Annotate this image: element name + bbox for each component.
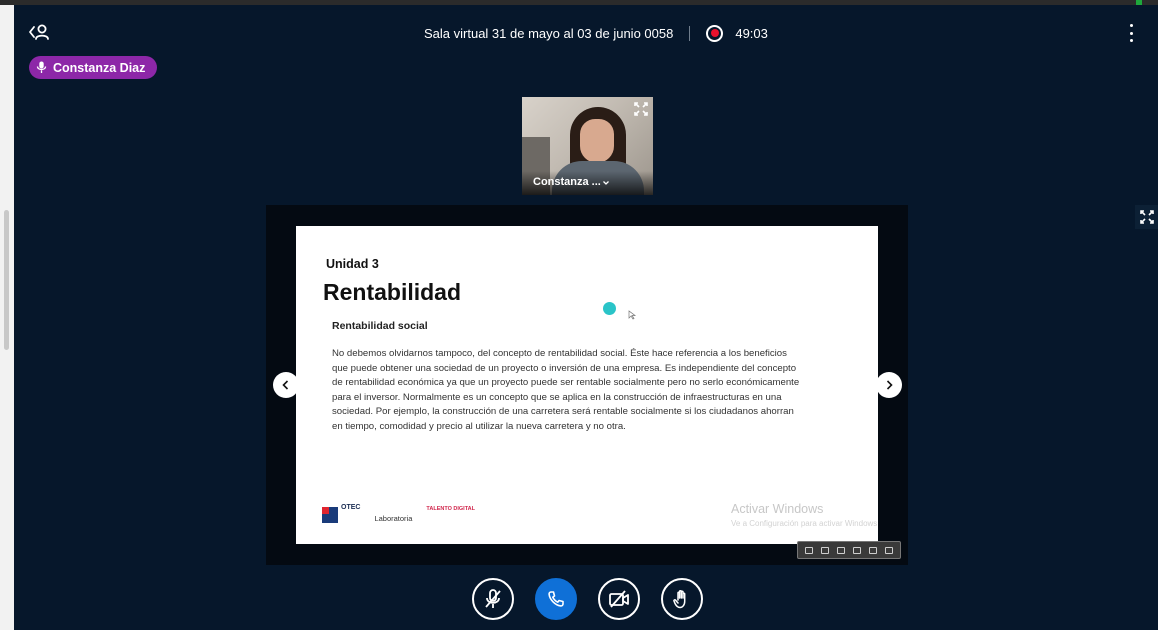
presentation-slide: Unidad 3 Rentabilidad Rentabilidad socia…	[296, 226, 878, 544]
fit-width-icon[interactable]	[853, 546, 861, 554]
slide-title: Rentabilidad	[323, 279, 462, 305]
microphone-icon	[36, 61, 47, 74]
screenshot-icon[interactable]	[869, 546, 877, 554]
more-vertical-icon[interactable]	[1126, 24, 1136, 42]
talker-name: Constanza Diaz	[53, 60, 146, 75]
expand-viewer-icon[interactable]	[885, 546, 893, 554]
status-accent	[1136, 0, 1142, 5]
fullscreen-icon[interactable]	[634, 102, 648, 116]
share-webcam-button[interactable]	[598, 578, 640, 620]
windows-activation-title: Activar Windows	[731, 502, 824, 516]
talking-indicator[interactable]: Constanza Diaz	[29, 56, 158, 79]
slide-subtitle: Rentabilidad social	[332, 320, 428, 332]
leave-audio-button[interactable]	[535, 578, 577, 620]
otec-logo-text: OTEC	[341, 504, 361, 511]
presentation-area: Unidad 3 Rentabilidad Rentabilidad socia…	[266, 205, 908, 565]
fit-page-icon[interactable]	[837, 546, 845, 554]
slide-viewer-toolbar	[797, 541, 901, 559]
raise-hand-button[interactable]	[661, 578, 703, 620]
mouse-pointer-icon	[628, 310, 636, 320]
recording-time: 49:03	[735, 25, 768, 41]
webcam-person-face	[580, 119, 614, 163]
call-controls	[472, 578, 703, 620]
meeting-header: Sala virtual 31 de mayo al 03 de junio 0…	[14, 14, 1158, 50]
laboratoria-logo: Laboratoria	[374, 514, 413, 523]
webcam-video[interactable]: Constanza ...	[522, 97, 653, 195]
next-slide-button[interactable]	[876, 372, 902, 398]
slide-logos: OTEC Laboratoria TALENTO DIGITAL	[322, 504, 475, 530]
chevron-left-icon	[282, 380, 289, 390]
meeting-info: Sala virtual 31 de mayo al 03 de junio 0…	[424, 23, 768, 43]
raise-hand-icon	[673, 590, 686, 609]
meeting-title: Sala virtual 31 de mayo al 03 de junio 0…	[424, 25, 674, 41]
header-divider	[689, 25, 691, 41]
windows-activation-subtitle: Ve a Configuración para activar Windows.	[731, 519, 878, 528]
presentation-fullscreen-button[interactable]	[1135, 205, 1158, 229]
otec-logo-mark	[322, 507, 338, 523]
microphone-off-icon	[485, 589, 501, 608]
record-icon[interactable]	[706, 24, 724, 42]
browser-top-edge	[0, 0, 1158, 5]
fullscreen-icon	[1140, 210, 1154, 224]
slide-unit: Unidad 3	[326, 257, 379, 271]
phone-icon	[548, 591, 564, 607]
camera-off-icon	[609, 590, 629, 608]
otec-logo: OTEC	[322, 504, 360, 523]
meeting-room: Sala virtual 31 de mayo al 03 de junio 0…	[0, 0, 1158, 630]
chevron-right-icon	[886, 380, 893, 390]
slide-body-text: No debemos olvidarnos tampoco, del conce…	[332, 348, 800, 432]
presenter-cursor	[603, 302, 616, 315]
users-toggle-button[interactable]	[28, 20, 58, 44]
left-scroll-rail[interactable]	[0, 5, 14, 630]
previous-slide-button[interactable]	[273, 372, 299, 398]
zoom-out-icon[interactable]	[821, 546, 829, 554]
webcam-user-name[interactable]: Constanza ...	[533, 176, 601, 188]
users-toggle-icon	[29, 24, 49, 40]
scrollbar-thumb[interactable]	[4, 210, 9, 350]
chevron-down-icon[interactable]	[602, 179, 610, 187]
mute-microphone-button[interactable]	[472, 578, 514, 620]
talento-digital-logo: TALENTO DIGITAL	[426, 506, 475, 512]
rotate-icon[interactable]	[805, 546, 813, 554]
